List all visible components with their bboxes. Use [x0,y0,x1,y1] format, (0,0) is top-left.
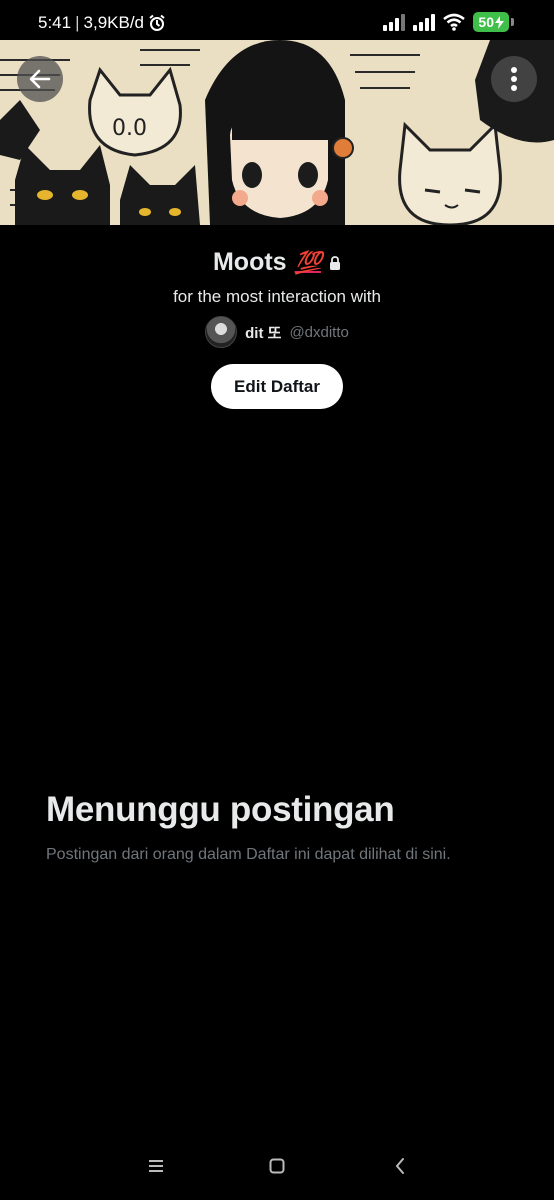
battery-indicator: 50 [473,12,509,32]
home-button[interactable] [257,1150,297,1182]
empty-state-subtitle: Postingan dari orang dalam Daftar ini da… [46,846,451,863]
list-name: Moots [212,248,287,276]
back-button[interactable] [17,56,63,102]
alarm-icon [149,14,165,31]
system-navigation-bar [0,1150,554,1182]
signal-2-icon [413,13,436,31]
wifi-icon [443,13,466,31]
status-right: 50 [383,12,514,32]
svg-text:0.0: 0.0 [112,116,147,141]
more-vertical-icon [511,67,517,91]
system-back-button[interactable] [380,1150,420,1182]
home-square-icon [269,1158,285,1174]
banner-illustration: 0.0 [0,40,554,225]
battery-tip [511,18,514,26]
lock-icon [330,255,340,270]
list-banner-image: 0.0 [0,40,554,225]
empty-state-title: Menunggu postingan [46,790,395,829]
back-arrow-icon [29,69,51,89]
chevron-left-icon [395,1158,404,1174]
list-owner[interactable]: dit 또 @dxditto [0,316,554,348]
recent-apps-button[interactable] [136,1150,176,1182]
status-left: 5:41 | 3,9KB/d [38,13,166,33]
edit-list-button[interactable]: Edit Daftar [211,364,343,409]
list-title-row: Moots 💯 [0,248,554,277]
charging-icon [495,15,504,29]
signal-1-icon [383,13,406,31]
avatar[interactable] [205,316,238,348]
network-speed: 3,9KB/d [83,13,145,32]
hundred-points-emoji: 💯 [294,249,322,275]
owner-handle[interactable]: @dxditto [289,324,348,341]
status-time: 5:41 [38,13,72,32]
list-description: for the most interaction with [173,287,381,306]
owner-name[interactable]: dit 또 [245,322,281,343]
more-options-button[interactable] [491,56,537,102]
status-bar: 5:41 | 3,9KB/d 50 [0,0,554,40]
menu-icon [149,1160,163,1172]
